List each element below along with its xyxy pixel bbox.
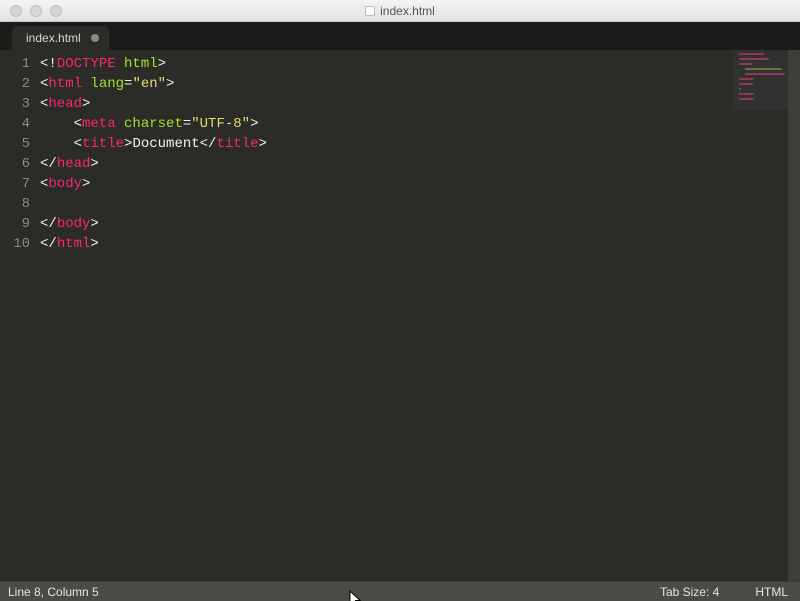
line-number: 8	[0, 194, 40, 214]
line-number-gutter: 12345678910	[0, 50, 40, 581]
code-line[interactable]: <head>	[40, 94, 800, 114]
status-bar: Line 8, Column 5 Tab Size: 4 HTML	[0, 581, 800, 601]
tab-index-html[interactable]: index.html	[12, 26, 109, 50]
dirty-indicator-icon	[91, 34, 99, 42]
window-title-text: index.html	[380, 4, 435, 18]
code-line[interactable]: <meta charset="UTF-8">	[40, 114, 800, 134]
editor-app: index.html 12345678910 <!DOCTYPE html><h…	[0, 22, 800, 601]
status-tab-size[interactable]: Tab Size: 4	[660, 585, 719, 599]
line-number: 9	[0, 214, 40, 234]
code-line[interactable]: <html lang="en">	[40, 74, 800, 94]
status-cursor-position[interactable]: Line 8, Column 5	[8, 585, 99, 599]
file-icon	[365, 6, 375, 16]
status-syntax[interactable]: HTML	[755, 585, 788, 599]
code-line[interactable]: <body>	[40, 174, 800, 194]
window-titlebar: index.html	[0, 0, 800, 22]
window-controls	[0, 5, 62, 17]
tab-label: index.html	[26, 31, 81, 45]
code-area[interactable]: <!DOCTYPE html><html lang="en"><head> <m…	[40, 50, 800, 581]
code-line[interactable]: </html>	[40, 234, 800, 254]
code-line[interactable]: </head>	[40, 154, 800, 174]
line-number: 6	[0, 154, 40, 174]
code-line[interactable]	[40, 194, 800, 214]
code-line[interactable]: <title>Document</title>	[40, 134, 800, 154]
close-icon[interactable]	[10, 5, 22, 17]
window-title: index.html	[0, 4, 800, 18]
scrollbar-thumb[interactable]	[788, 50, 800, 581]
minimize-icon[interactable]	[30, 5, 42, 17]
line-number: 1	[0, 54, 40, 74]
code-line[interactable]: </body>	[40, 214, 800, 234]
code-line[interactable]: <!DOCTYPE html>	[40, 54, 800, 74]
line-number: 10	[0, 234, 40, 254]
line-number: 3	[0, 94, 40, 114]
tab-bar: index.html	[0, 22, 800, 50]
minimap[interactable]	[733, 50, 788, 110]
line-number: 4	[0, 114, 40, 134]
line-number: 2	[0, 74, 40, 94]
line-number: 7	[0, 174, 40, 194]
editor-pane: 12345678910 <!DOCTYPE html><html lang="e…	[0, 50, 800, 581]
line-number: 5	[0, 134, 40, 154]
vertical-scrollbar[interactable]	[788, 50, 800, 581]
zoom-icon[interactable]	[50, 5, 62, 17]
